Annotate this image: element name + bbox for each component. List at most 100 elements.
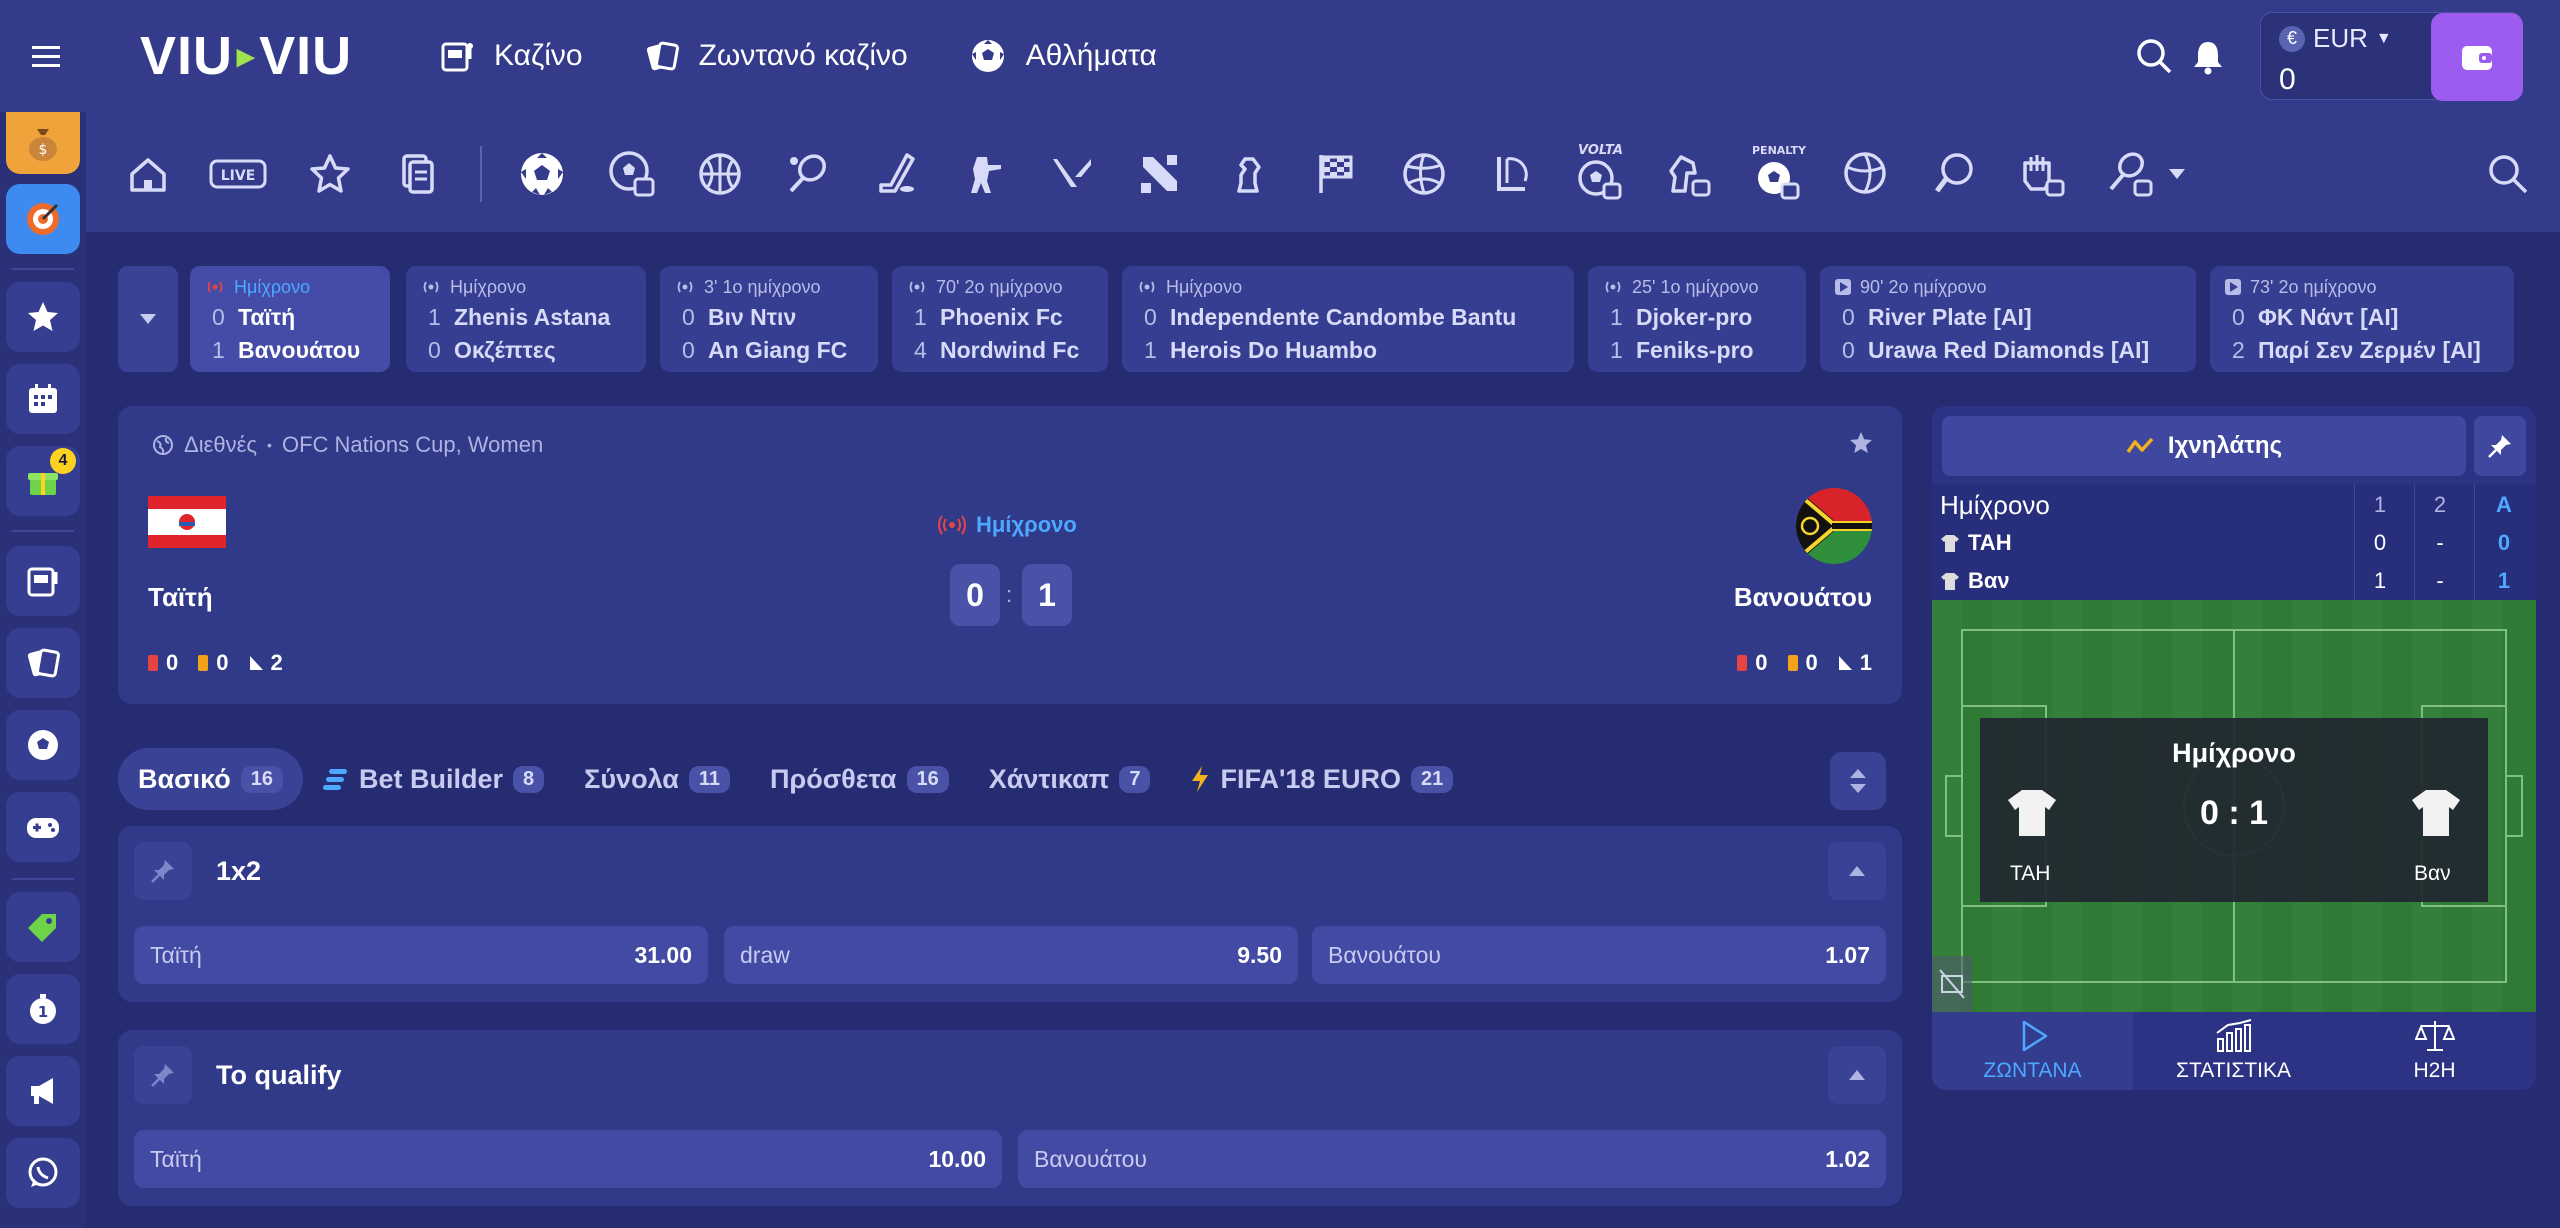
live-match-card[interactable]: Ημίχρονο 0 Ταϊτή 1 Βανουάτου [190,266,390,372]
tab-statistics[interactable]: ΣΤΑΤΙΣΤΙΚΑ [2133,1012,2334,1090]
promo-tag-button[interactable] [6,892,80,962]
virtual-boxing-icon[interactable] [2016,148,2068,200]
currency-symbol: € [2279,25,2305,52]
pin-icon[interactable] [134,1046,192,1104]
chevron-up-icon[interactable] [1828,842,1886,900]
tab-h2h[interactable]: H2H [2334,1012,2535,1090]
volta-icon[interactable]: VOLTA [1572,140,1632,204]
match-status: Ημίχρονο [938,512,1077,538]
betslip-icon[interactable] [392,148,444,200]
counter-strike-icon[interactable] [958,148,1010,200]
favorites-button[interactable] [6,282,80,352]
tab-label: Σύνολα [584,763,679,794]
live-match-card[interactable]: 3' 1ο ημίχρονο 0 Βιν Ντιν 0 An Giang FC [660,266,878,372]
penalty-icon[interactable]: PENALTY [1750,140,1810,204]
tab-totals[interactable]: Σύνολα 11 [564,748,750,810]
odd-button[interactable]: Βανουάτου 1.02 [1018,1130,1886,1188]
tennis-icon[interactable] [782,148,834,200]
casino-button[interactable] [6,546,80,616]
odd-button[interactable]: Ταϊτή 31.00 [134,926,708,984]
expand-pitch-button[interactable] [1932,956,1972,1012]
wallet-button[interactable] [2431,13,2523,101]
gift-button[interactable]: 4 [6,446,80,516]
nav-live-casino[interactable]: Ζωντανό καζίνο [645,30,908,82]
favorite-star-icon[interactable] [1848,430,1874,456]
live-casino-button[interactable] [6,628,80,698]
odd-button[interactable]: Βανουάτου 1.07 [1312,926,1886,984]
tab-bet-builder[interactable]: Bet Builder 8 [303,748,564,810]
sport-search-icon[interactable] [2482,148,2534,200]
tab-fifa-euro[interactable]: FIFA'18 EURO 21 [1170,748,1473,810]
live-match-card[interactable]: 90' 2ο ημίχρονο 0 River Plate [AI] 0 Urawa R… [1820,266,2196,372]
breadcrumb-league[interactable]: OFC Nations Cup, Women [282,432,543,458]
live-match-score: 0 [682,337,695,363]
cards-icon [645,39,679,73]
sports-button[interactable] [6,710,80,780]
currency-select[interactable]: € EUR ▼ [2279,23,2392,54]
live-match-team-row: 1 Feniks-pro [1602,337,1792,364]
yellow-card-icon [1787,655,1798,671]
tab-label: Βασικό [138,763,231,794]
money-bag-button[interactable]: $ [6,112,80,174]
live-broadcast-icon [204,279,226,295]
live-match-card[interactable]: 25' 1ο ημίχρονο 1 Djoker-pro 1 Feniks-pro [1588,266,1806,372]
live-match-card[interactable]: Ημίχρονο 0 Independente Candombe Bantu 1 Her… [1122,266,1574,372]
collapse-all-button[interactable] [1830,752,1886,810]
breadcrumb-region[interactable]: Διεθνές [184,432,257,458]
tab-handicap[interactable]: Χάντικαπ 7 [969,748,1171,810]
racing-flag-icon[interactable] [1310,148,1362,200]
basketball-icon[interactable] [694,148,746,200]
nav-casino[interactable]: Καζίνο [440,30,583,82]
timer-button[interactable]: 1 [6,974,80,1044]
live-match-strip: Ημίχρονο 0 Ταϊτή 1 Βανουάτου Ημίχρονο 1 Zhenis … [118,266,2560,372]
tab-basic[interactable]: Βασικό 16 [118,748,303,810]
odd-label: Ταϊτή [150,941,202,968]
live-match-team-row: 1 Djoker-pro [1602,304,1792,331]
live-match-card[interactable]: Ημίχρονο 1 Zhenis Astana 0 Οκζέπτες [406,266,646,372]
pin-icon[interactable] [134,842,192,900]
odd-button[interactable]: Ταϊτή 10.00 [134,1130,1002,1188]
virtual-horse-icon[interactable] [1662,148,1714,200]
virtual-ball-icon[interactable] [1840,148,1892,200]
search-icon[interactable] [2134,36,2174,76]
live-match-team: Nordwind Fc [940,337,1080,363]
logo[interactable]: VIU ▸ VIU [140,28,352,84]
games-button[interactable] [6,792,80,862]
rail-divider [12,268,74,270]
valorant-icon[interactable] [1046,148,1098,200]
strip-toggle-button[interactable] [118,266,178,372]
dota-icon[interactable] [1134,148,1186,200]
chevron-up-icon[interactable] [1828,1046,1886,1104]
nav-sports[interactable]: Αθλήματα [970,30,1157,82]
live-match-card[interactable]: 70' 2ο ημίχρονο 1 Phoenix Fc 4 Nordwind Fc [892,266,1108,372]
live-match-card[interactable]: 73' 2ο ημίχρονο 0 ΦΚ Νάντ [AI] 2 Παρί Σεν Ζε… [2210,266,2514,372]
tracker-button[interactable]: Ιχνηλάτης [1942,416,2466,476]
calendar-button[interactable] [6,364,80,434]
star-icon[interactable] [304,148,356,200]
tab-live[interactable]: ΖΩΝΤΑΝΑ [1932,1012,2133,1090]
announcements-button[interactable] [6,1056,80,1126]
live-icon[interactable]: LIVE [208,148,268,200]
more-sports-chevron-icon[interactable] [2162,148,2192,200]
menu-icon[interactable] [26,36,66,76]
target-button[interactable] [6,184,80,254]
virtual-soccer-icon[interactable] [606,148,658,200]
odd-button[interactable]: draw 9.50 [724,926,1298,984]
home-icon[interactable] [122,148,174,200]
tab-extras[interactable]: Πρόσθετα 16 [750,748,969,810]
home-team-name: Ταϊτή [148,582,213,612]
live-match-team: Ταϊτή [238,304,296,330]
virtual-tennis-icon[interactable] [2104,148,2156,200]
hockey-icon[interactable] [870,148,922,200]
league-of-legends-icon[interactable] [1486,148,1538,200]
bell-icon[interactable] [2188,36,2228,76]
soccer-ball-icon [25,727,61,763]
chess-icon[interactable] [1222,148,1274,200]
pin-icon[interactable] [2474,416,2526,476]
whatsapp-button[interactable] [6,1138,80,1208]
soccer-icon[interactable] [516,148,568,200]
table-tennis-icon[interactable] [1928,148,1980,200]
tracker-tabs: ΖΩΝΤΑΝΑ ΣΤΑΤΙΣΤΙΚΑ H2H [1932,1012,2536,1090]
live-match-team-row: 1 Βανουάτου [204,337,376,364]
volleyball-icon[interactable] [1398,148,1450,200]
